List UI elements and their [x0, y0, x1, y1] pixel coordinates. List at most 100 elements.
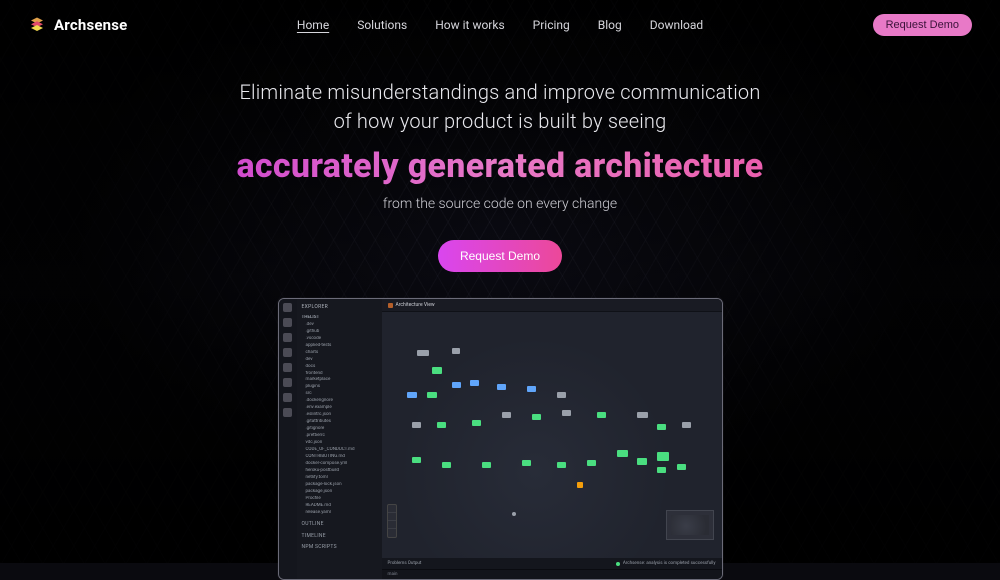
product-screenshot: EXPLORER THELIST .dev.github.vscodeappli…: [278, 298, 723, 580]
nav-link-how-it-works[interactable]: How it works: [435, 18, 504, 32]
graph-node: [527, 386, 536, 392]
graph-node: [437, 422, 446, 428]
explorer-title: EXPLORER: [302, 304, 377, 312]
graph-node: [442, 462, 451, 468]
activity-bar: [279, 299, 297, 579]
graph-node: [557, 392, 566, 398]
graph-node: [502, 412, 511, 418]
graph-node: [637, 412, 648, 418]
zoom-reset-button: [388, 529, 396, 537]
hero-subtitle: from the source code on every change: [20, 196, 980, 212]
architecture-canvas: [382, 312, 722, 558]
graph-node: [472, 420, 481, 426]
hero-title: accurately generated architecture: [20, 146, 980, 186]
section-outline: OUTLINE: [302, 521, 377, 529]
graph-node: [470, 380, 479, 386]
tree-item: applied-tests: [302, 343, 377, 350]
tree-item: .github: [302, 329, 377, 336]
activity-icon: [283, 333, 292, 342]
tree-item: docs: [302, 364, 377, 371]
graph-node: [432, 367, 442, 374]
nav-link-home[interactable]: Home: [297, 18, 329, 32]
bottom-bar: main: [382, 569, 722, 579]
status-left: Problems Output: [388, 561, 422, 566]
zoom-fit-button: [388, 521, 396, 529]
graph-node: [512, 512, 516, 516]
graph-node: [412, 457, 421, 463]
minimap: [666, 510, 714, 540]
graph-node: [657, 452, 669, 461]
tree-item: src: [302, 391, 377, 398]
editor-area: Architecture View: [382, 299, 722, 579]
graph-node: [677, 464, 686, 470]
nav-link-solutions[interactable]: Solutions: [357, 18, 407, 32]
tree-item: .dockerignore: [302, 398, 377, 405]
activity-icon: [283, 318, 292, 327]
section-timeline: TIMELINE: [302, 533, 377, 541]
tree-item: .prettierrc: [302, 433, 377, 440]
activity-icon: [283, 348, 292, 357]
tab-label: Architecture View: [396, 302, 435, 308]
tree-item: .vscode: [302, 336, 377, 343]
tab-icon: [388, 303, 393, 308]
tree-root: THELIST: [302, 315, 377, 322]
status-right: Archsense: analysis is completed success…: [623, 561, 716, 566]
tree-item: heroku-postbuild: [302, 468, 377, 475]
editor-tab: Architecture View: [382, 299, 722, 312]
graph-node: [522, 460, 531, 466]
activity-icon: [283, 363, 292, 372]
tree-item: .env.example: [302, 405, 377, 412]
tree-item: CONTRIBUTING.md: [302, 454, 377, 461]
tree-item: .gitignore: [302, 426, 377, 433]
hero-request-demo-button[interactable]: Request Demo: [438, 240, 562, 272]
nav-request-demo-button[interactable]: Request Demo: [873, 14, 972, 36]
graph-node: [657, 424, 666, 430]
tree-item: CODE_OF_CONDUCT.md: [302, 447, 377, 454]
tree-item: plugins: [302, 384, 377, 391]
tree-item: frontend: [302, 371, 377, 378]
graph-node: [532, 414, 541, 420]
tree-item: docker-compose.yml: [302, 461, 377, 468]
graph-node: [452, 382, 461, 388]
tree-item: vdc.json: [302, 440, 377, 447]
graph-node: [577, 482, 583, 488]
nav-link-pricing[interactable]: Pricing: [533, 18, 570, 32]
brand[interactable]: Archsense: [28, 16, 127, 34]
graph-node: [657, 467, 666, 473]
activity-icon: [283, 378, 292, 387]
hero: Eliminate misunderstandings and improve …: [0, 78, 1000, 272]
graph-node: [417, 350, 429, 356]
tree-item: marketplace: [302, 377, 377, 384]
graph-node: [682, 422, 691, 428]
graph-node: [587, 460, 596, 466]
hero-lead-line2: of how your product is built by seeing: [20, 107, 980, 136]
tree-item: .eslintrc.json: [302, 412, 377, 419]
graph-node: [557, 462, 566, 468]
graph-node: [617, 450, 628, 457]
zoom-controls: [387, 504, 397, 538]
graph-node: [482, 462, 491, 468]
tree-item: package.json: [302, 489, 377, 496]
brand-name: Archsense: [54, 16, 127, 34]
graph-node: [637, 458, 647, 465]
zoom-out-button: [388, 513, 396, 521]
status-dot-icon: [616, 562, 620, 566]
nav-link-blog[interactable]: Blog: [598, 18, 622, 32]
activity-icon: [283, 408, 292, 417]
activity-icon: [283, 393, 292, 402]
tree-item: charts: [302, 350, 377, 357]
tree-item: .gitattributes: [302, 419, 377, 426]
zoom-in-button: [388, 505, 396, 513]
nav-link-download[interactable]: Download: [650, 18, 703, 32]
graph-node: [412, 422, 421, 428]
tree-item: release.yaml: [302, 510, 377, 517]
tree-item: netlify.toml: [302, 475, 377, 482]
tree-item: Procfile: [302, 496, 377, 503]
nav-links: Home Solutions How it works Pricing Blog…: [297, 18, 703, 32]
graph-node: [427, 392, 437, 398]
graph-node: [452, 348, 460, 354]
activity-icon: [283, 303, 292, 312]
graph-node: [562, 410, 571, 416]
logo-icon: [28, 16, 46, 34]
explorer-sidebar: EXPLORER THELIST .dev.github.vscodeappli…: [297, 299, 382, 579]
